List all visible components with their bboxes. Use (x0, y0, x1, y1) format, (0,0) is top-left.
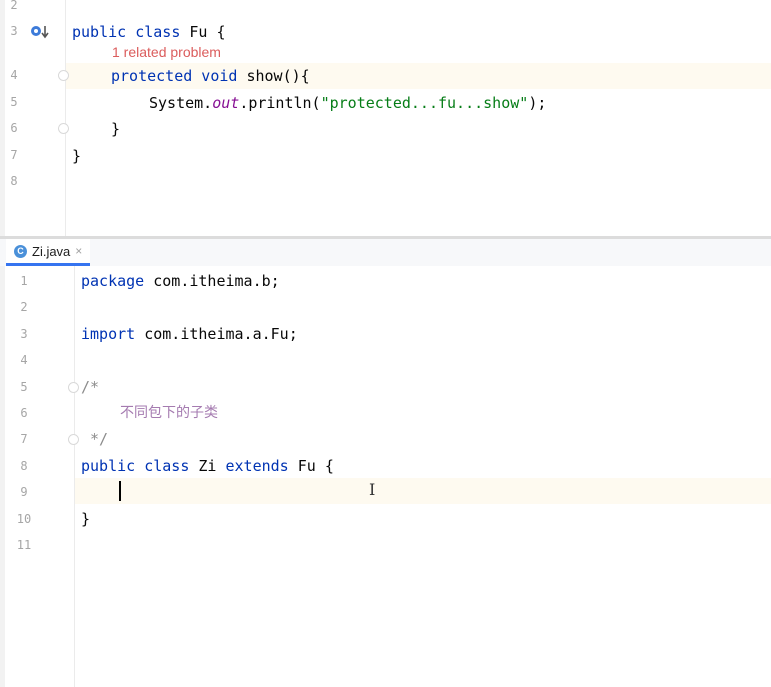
line-number: 9 (20, 485, 28, 499)
code-text: com.itheima.b; (153, 272, 280, 290)
keyword: package (81, 272, 154, 290)
code-line: import com.itheima.a.Fu; (81, 325, 298, 343)
code-text: System. (149, 94, 213, 112)
keyword: extends (225, 457, 298, 475)
comment-text: 不同包下的子类 (120, 405, 218, 421)
keyword: public class (72, 23, 190, 41)
line-number: 4 (10, 68, 18, 82)
code-text: Fu { (189, 23, 226, 41)
line-number: 3 (10, 24, 18, 38)
text-cursor-icon: I (369, 480, 376, 499)
code-line: } (111, 120, 121, 138)
fold-marker-icon[interactable] (58, 70, 69, 81)
fold-marker-icon[interactable] (58, 123, 69, 134)
related-problem-hint[interactable]: 1 related problem (112, 44, 221, 60)
code-text: show(){ (246, 67, 310, 85)
comment-line: /* (81, 378, 100, 396)
code-line: protected void show(){ (111, 67, 310, 85)
code-line: System.out.println("protected...fu...sho… (149, 94, 546, 112)
line-number: 8 (20, 459, 28, 473)
bottom-gutter: 1 2 3 4 5 6 7 8 9 10 11 (0, 266, 79, 687)
line-number: 1 (20, 274, 28, 288)
line-number: 2 (20, 300, 28, 314)
line-number: 5 (20, 380, 28, 394)
keyword: import (81, 325, 145, 343)
line-number: 7 (10, 148, 18, 162)
static-field: out (212, 94, 240, 112)
string-literal: "protected...fu...show" (320, 94, 529, 112)
editor-tab-bar: C Zi.java × (0, 239, 771, 267)
line-number: 5 (10, 95, 18, 109)
fold-marker-icon[interactable] (68, 434, 79, 445)
fold-marker-icon[interactable] (68, 382, 79, 393)
code-line: package com.itheima.b; (81, 272, 280, 290)
code-text: ); (528, 94, 547, 112)
line-number: 4 (20, 353, 28, 367)
code-line: public class Zi extends Fu { (81, 457, 334, 475)
bottom-editor-pane[interactable]: 1 2 3 4 5 6 7 8 9 10 11 package com.ithe… (0, 266, 771, 687)
code-line: public class Fu { (72, 23, 226, 41)
line-number: 8 (10, 174, 18, 188)
text-caret (119, 481, 121, 501)
line-number: 11 (16, 538, 32, 552)
line-number: 6 (10, 121, 18, 135)
code-text: com.itheima.a.Fu; (144, 325, 298, 343)
top-editor-pane[interactable]: 2 3 4 5 6 7 8 public class Fu { 1 relate… (0, 0, 771, 236)
code-text: Zi (198, 457, 226, 475)
implemented-method-icon[interactable] (30, 24, 50, 40)
current-line-highlight (0, 478, 771, 504)
left-edge (0, 266, 5, 687)
line-number: 6 (20, 406, 28, 420)
code-text: Fu { (297, 457, 334, 475)
code-line: } (72, 147, 82, 165)
line-number: 3 (20, 327, 28, 341)
keyword: public class (81, 457, 199, 475)
tab-zi-java[interactable]: C Zi.java × (6, 239, 91, 266)
code-text: .println( (239, 94, 321, 112)
top-gutter: 2 3 4 5 6 7 8 (0, 0, 69, 236)
keyword: protected void (111, 67, 247, 85)
line-number: 10 (16, 512, 32, 526)
line-number: 7 (20, 432, 28, 446)
code-line: } (81, 510, 91, 528)
java-class-icon: C (14, 244, 27, 258)
line-number: 2 (10, 0, 18, 12)
tab-label: Zi.java (32, 243, 71, 259)
close-icon[interactable]: × (75, 244, 82, 258)
comment-line: */ (81, 430, 109, 448)
